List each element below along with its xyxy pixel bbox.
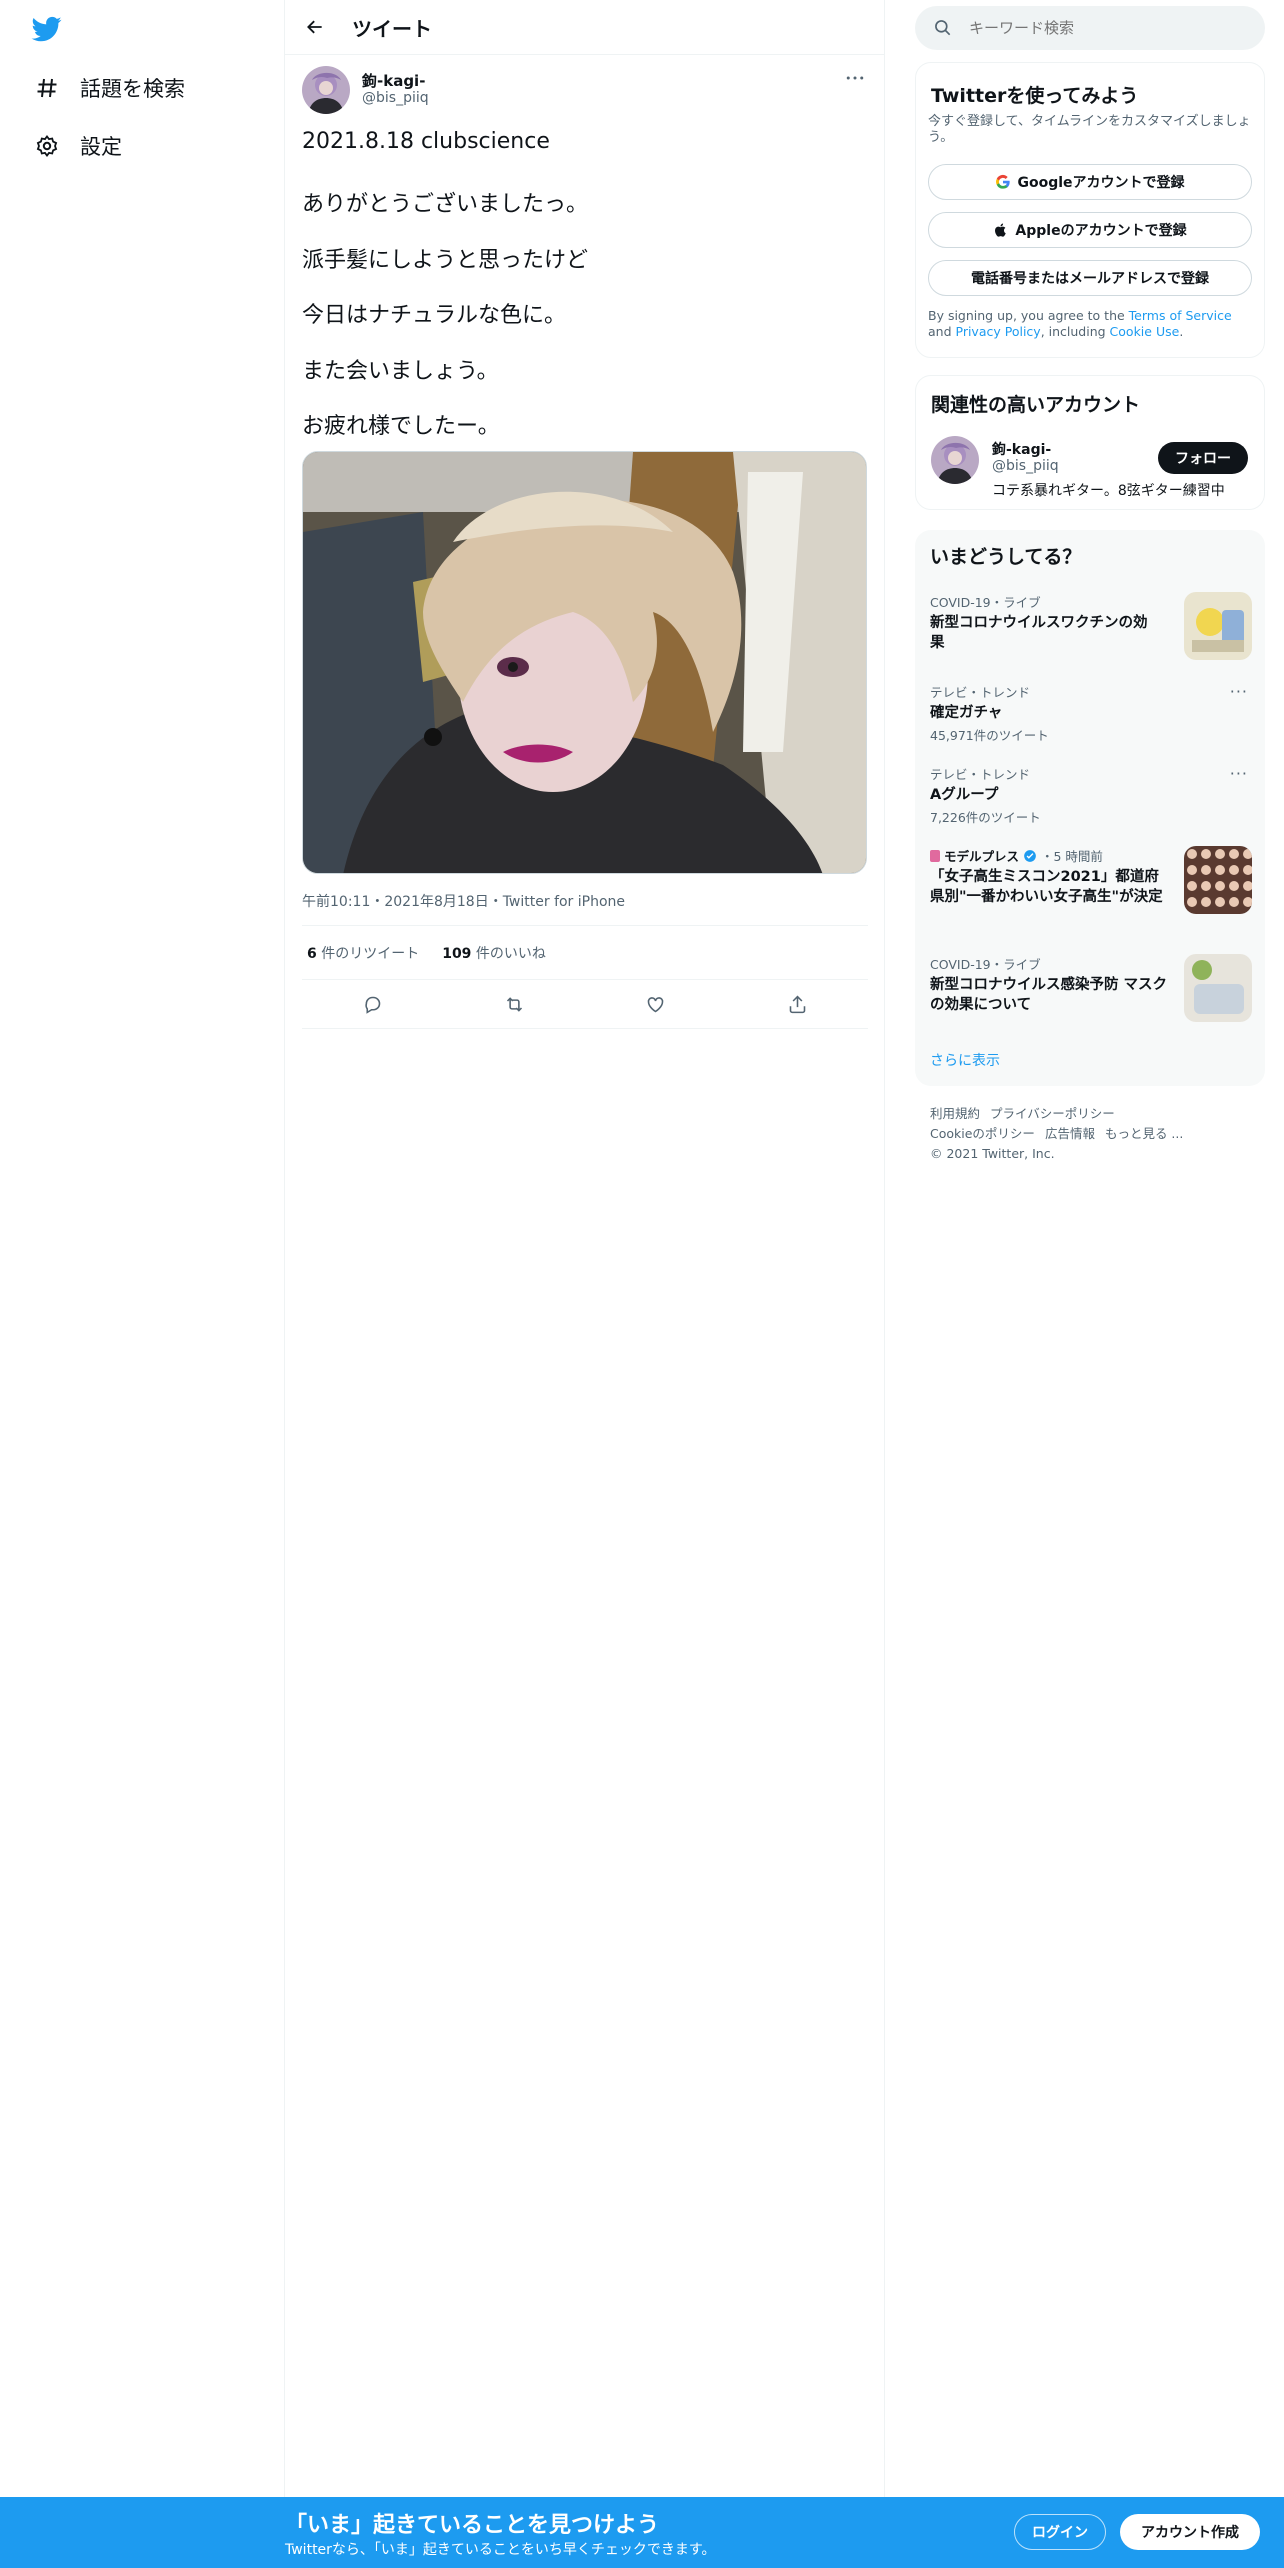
search-icon: [933, 18, 953, 38]
terms-of-service-link[interactable]: Terms of Service: [1129, 308, 1232, 323]
avatar[interactable]: [302, 66, 350, 114]
tweet-timestamp[interactable]: 午前10:11・2021年8月18日・Twitter for iPhone: [302, 891, 625, 911]
google-signup-button[interactable]: Googleアカウントで登録: [928, 164, 1252, 200]
apple-signup-button[interactable]: Appleのアカウントで登録: [928, 212, 1252, 248]
share-icon[interactable]: [779, 986, 815, 1022]
trend-thumbnail: [1184, 846, 1252, 914]
twitter-logo-icon[interactable]: [30, 14, 66, 46]
author-handle[interactable]: @bis_piiq: [362, 90, 429, 106]
footer-link[interactable]: プライバシーポリシー: [990, 1106, 1115, 1121]
like-icon[interactable]: [638, 986, 674, 1022]
tweet-text-line: 今日はナチュラルな色に。: [302, 303, 567, 328]
footer-link[interactable]: Cookieのポリシー: [930, 1126, 1035, 1141]
trends-title: いまどうしてる？: [930, 546, 1082, 568]
related-accounts-card: 関連性の高いアカウント 鉤-kagi- @bis_piiq コテ系暴れギター。8…: [915, 375, 1265, 510]
signup-card: Twitterを使ってみよう 今すぐ登録して、タイムラインをカスタマイズしましょ…: [915, 62, 1265, 358]
cookie-use-link[interactable]: Cookie Use: [1110, 324, 1180, 339]
tweet-actions: [302, 980, 868, 1029]
trend-item[interactable]: COVID-19・ライブ 新型コロナウイルスワクチンの効果: [930, 592, 1252, 662]
sidebar-item-label: 設定: [80, 135, 122, 159]
follow-button[interactable]: フォロー: [1158, 442, 1248, 474]
bottom-signup-bar: 「いま」起きていることを見つけよう Twitterなら、「いま」起きていることを…: [0, 2497, 1284, 2568]
tweet-text-line: お疲れ様でしたー。: [302, 414, 500, 439]
more-options-icon[interactable]: ···: [1230, 764, 1248, 783]
google-icon: [996, 174, 1011, 189]
tweet-stats: 6 件のリツイート 109 件のいいね: [302, 925, 868, 980]
tweet-text-line: ありがとうございましたっ。: [302, 192, 589, 217]
tweet-photo[interactable]: [302, 451, 867, 874]
signup-subtitle: 今すぐ登録して、タイムラインをカスタマイズしましょう。: [928, 114, 1251, 145]
tweet-text-line: 2021.8.18 clubscience: [302, 129, 550, 154]
left-sidebar: 話題を検索 設定: [0, 0, 285, 2568]
reply-icon[interactable]: [355, 986, 391, 1022]
news-source-name: モデルプレス: [943, 849, 1019, 864]
footer-link[interactable]: もっと見る ...: [1105, 1126, 1183, 1141]
related-account-name[interactable]: 鉤-kagi-: [992, 439, 1051, 459]
more-options-icon[interactable]: ···: [1230, 682, 1248, 701]
page-header: ツイート: [285, 0, 885, 55]
footer: 利用規約 プライバシーポリシー Cookieのポリシー 広告情報 もっと見る ... …: [930, 1104, 1250, 1164]
search-input[interactable]: [969, 19, 1229, 37]
footer-link[interactable]: 広告情報: [1045, 1126, 1095, 1141]
back-arrow-icon[interactable]: [295, 7, 335, 47]
signup-terms: By signing up, you agree to the Terms of…: [928, 308, 1232, 339]
bottom-bar-subtitle: Twitterなら、「いま」起きていることをいち早くチェックできます。: [285, 2542, 716, 2558]
signup-title: Twitterを使ってみよう: [931, 85, 1139, 107]
sidebar-item-settings[interactable]: 設定: [30, 126, 122, 166]
retweet-icon[interactable]: [496, 986, 532, 1022]
related-title: 関連性の高いアカウント: [931, 394, 1141, 416]
trend-item[interactable]: モデルプレス ・5 時間前 「女子高生ミスコン2021」都道府県別"一番かわいい…: [930, 846, 1252, 926]
footer-link[interactable]: 利用規約: [930, 1106, 980, 1121]
hashtag-icon: [30, 71, 64, 105]
main-column: ツイート 鉤-kagi- @bis_piiq 2021.8.18 clubsci…: [285, 0, 885, 2568]
login-button[interactable]: ログイン: [1014, 2514, 1106, 2550]
gear-icon: [30, 129, 64, 163]
trend-item[interactable]: COVID-19・ライブ 新型コロナウイルス感染予防 マスクの効果について: [930, 954, 1252, 1024]
author-display-name[interactable]: 鉤-kagi-: [362, 70, 425, 91]
trends-card: いまどうしてる？ COVID-19・ライブ 新型コロナウイルスワクチンの効果 テ…: [915, 530, 1265, 1086]
privacy-policy-link[interactable]: Privacy Policy: [956, 324, 1041, 339]
tweet-text-line: 派手髪にしようと思ったけど: [302, 248, 589, 273]
show-more-link[interactable]: さらに表示: [930, 1050, 1000, 1070]
news-source-icon: [930, 850, 940, 862]
create-account-button[interactable]: アカウント作成: [1120, 2514, 1260, 2550]
related-account-bio: コテ系暴れギター。8弦ギター練習中: [992, 483, 1225, 499]
page-title: ツイート: [352, 16, 432, 41]
bottom-bar-title: 「いま」起きていることを見つけよう: [285, 2513, 660, 2538]
trend-item[interactable]: テレビ・トレンド Aグループ 7,226件のツイート ···: [930, 764, 1250, 825]
related-account-handle[interactable]: @bis_piiq: [992, 458, 1059, 474]
search-bar[interactable]: [915, 6, 1265, 50]
apple-icon: [995, 223, 1007, 237]
trend-item[interactable]: テレビ・トレンド 確定ガチャ 45,971件のツイート ···: [930, 682, 1250, 743]
copyright: © 2021 Twitter, Inc.: [930, 1146, 1055, 1161]
more-options-icon[interactable]: [840, 66, 870, 90]
sidebar-item-label: 話題を検索: [80, 77, 185, 101]
trend-thumbnail: [1184, 954, 1252, 1022]
retweet-count[interactable]: 6 件のリツイート: [307, 943, 419, 963]
like-count[interactable]: 109 件のいいね: [442, 943, 546, 963]
tweet-text-line: また会いましょう。: [302, 359, 499, 384]
avatar[interactable]: [931, 436, 979, 484]
trend-thumbnail: [1184, 592, 1252, 660]
verified-icon: [1023, 849, 1037, 864]
sidebar-item-explore[interactable]: 話題を検索: [30, 68, 185, 108]
phone-email-signup-button[interactable]: 電話番号またはメールアドレスで登録: [928, 260, 1252, 296]
